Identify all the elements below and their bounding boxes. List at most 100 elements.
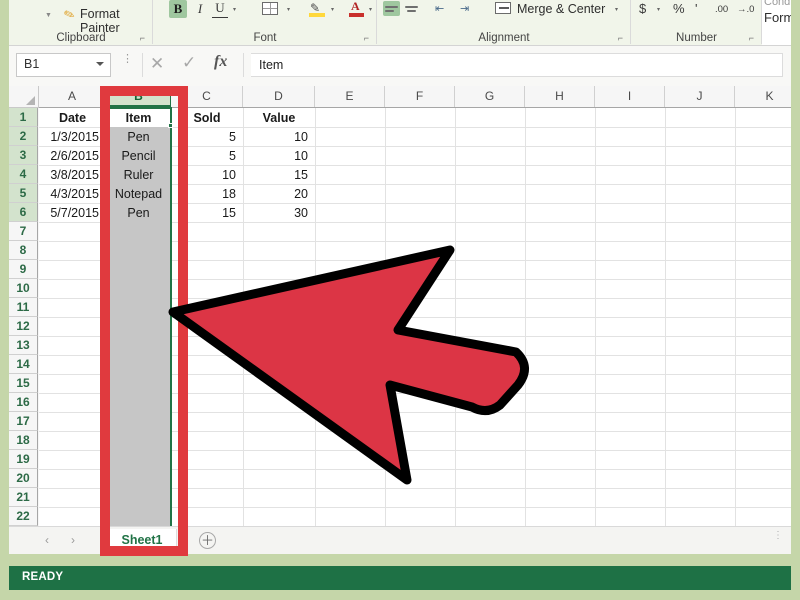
merge-center-icon[interactable] bbox=[495, 2, 511, 14]
next-sheet-icon[interactable]: › bbox=[71, 533, 75, 547]
column-header-e[interactable]: E bbox=[315, 86, 385, 107]
number-dialog-launcher[interactable]: ⌐ bbox=[749, 33, 754, 43]
cell-d3[interactable]: 10 bbox=[244, 147, 314, 165]
column-header-d[interactable]: D bbox=[243, 86, 315, 107]
increase-indent-icon[interactable]: ⇥ bbox=[460, 2, 469, 15]
cell-d5[interactable]: 20 bbox=[244, 185, 314, 203]
underline-button[interactable]: U bbox=[212, 0, 228, 18]
select-all-button[interactable] bbox=[9, 86, 39, 108]
row-header-7[interactable]: 7 bbox=[9, 222, 38, 241]
sheet-tab-sheet1[interactable]: Sheet1 bbox=[107, 529, 177, 554]
font-dialog-launcher[interactable]: ⌐ bbox=[364, 33, 369, 43]
fill-color-caret-icon[interactable]: ▾ bbox=[331, 6, 334, 13]
ribbon-group-styles: Conditional Formatting bbox=[762, 0, 791, 45]
conditional-formatting-button[interactable]: Formatting bbox=[764, 10, 791, 25]
cell-c4[interactable]: 10 bbox=[172, 166, 242, 184]
percent-format-button[interactable]: % bbox=[673, 1, 685, 16]
font-color-caret-icon[interactable]: ▾ bbox=[369, 6, 372, 13]
borders-icon[interactable] bbox=[262, 2, 278, 15]
row-header-22[interactable]: 22 bbox=[9, 507, 38, 526]
formula-input[interactable]: Item bbox=[251, 53, 783, 77]
divider bbox=[142, 53, 143, 77]
column-header-i[interactable]: I bbox=[595, 86, 665, 107]
insert-function-icon[interactable]: fx bbox=[214, 53, 227, 71]
row-header-17[interactable]: 17 bbox=[9, 412, 38, 431]
column-header-b[interactable]: B bbox=[106, 86, 171, 107]
row-header-11[interactable]: 11 bbox=[9, 298, 38, 317]
cell-d4[interactable]: 15 bbox=[244, 166, 314, 184]
row-header-9[interactable]: 9 bbox=[9, 260, 38, 279]
borders-caret-icon[interactable]: ▾ bbox=[287, 6, 290, 13]
clipboard-dropdown-caret[interactable]: ▼ bbox=[45, 12, 52, 19]
chevron-down-icon[interactable] bbox=[96, 62, 104, 66]
decrease-indent-icon[interactable]: ⇤ bbox=[435, 2, 444, 15]
merge-caret-icon[interactable]: ▾ bbox=[615, 6, 618, 13]
name-box[interactable]: B1 bbox=[16, 53, 111, 77]
currency-caret-icon[interactable]: ▾ bbox=[657, 6, 660, 13]
cell-c5[interactable]: 18 bbox=[172, 185, 242, 203]
row-header-10[interactable]: 10 bbox=[9, 279, 38, 298]
cell-d2[interactable]: 10 bbox=[244, 128, 314, 146]
currency-format-button[interactable]: $ bbox=[639, 1, 646, 16]
cell-a1[interactable]: Date bbox=[40, 109, 105, 127]
ribbon-group-font: B I U ▾ ▾ ✎ ▾ A ▾ Font ⌐ bbox=[153, 0, 377, 45]
row-header-8[interactable]: 8 bbox=[9, 241, 38, 260]
cell-a4[interactable]: 3/8/2015 bbox=[40, 166, 105, 184]
row-header-16[interactable]: 16 bbox=[9, 393, 38, 412]
cell-a3[interactable]: 2/6/2015 bbox=[40, 147, 105, 165]
increase-decimal-button[interactable]: .00 bbox=[715, 4, 728, 15]
merge-center-button[interactable]: Merge & Center bbox=[517, 2, 605, 16]
format-painter-button[interactable]: Format Painter bbox=[80, 7, 153, 35]
cell-c1[interactable]: Sold bbox=[172, 109, 242, 127]
ribbon-group-number: $ ▾ % ' .00 →.0 Number ⌐ bbox=[631, 0, 762, 45]
column-header-c[interactable]: C bbox=[171, 86, 243, 107]
row-header-2[interactable]: 2 bbox=[9, 127, 38, 146]
row-header-21[interactable]: 21 bbox=[9, 488, 38, 507]
font-color-icon[interactable]: A bbox=[349, 0, 364, 17]
column-header-g[interactable]: G bbox=[455, 86, 525, 107]
italic-button[interactable]: I bbox=[192, 0, 208, 18]
row-header-5[interactable]: 5 bbox=[9, 184, 38, 203]
column-header-h[interactable]: H bbox=[525, 86, 595, 107]
column-header-a[interactable]: A bbox=[39, 86, 106, 107]
column-header-j[interactable]: J bbox=[665, 86, 735, 107]
row-header-3[interactable]: 3 bbox=[9, 146, 38, 165]
cancel-formula-icon[interactable]: ✕ bbox=[150, 54, 164, 74]
fill-handle[interactable] bbox=[168, 123, 173, 128]
cell-a2[interactable]: 1/3/2015 bbox=[40, 128, 105, 146]
clipboard-dialog-launcher[interactable]: ⌐ bbox=[140, 33, 145, 43]
alignment-dialog-launcher[interactable]: ⌐ bbox=[618, 33, 623, 43]
fill-color-icon[interactable]: ✎ bbox=[309, 1, 325, 17]
row-header-14[interactable]: 14 bbox=[9, 355, 38, 374]
row-header-1[interactable]: 1 bbox=[9, 108, 38, 127]
bold-button[interactable]: B bbox=[169, 0, 187, 18]
cell-c6[interactable]: 15 bbox=[172, 204, 242, 222]
paintbrush-icon[interactable]: ✎ bbox=[62, 6, 78, 25]
column-header-f[interactable]: F bbox=[385, 86, 455, 107]
cell-d6[interactable]: 30 bbox=[244, 204, 314, 222]
cell-a6[interactable]: 5/7/2015 bbox=[40, 204, 105, 222]
row-header-20[interactable]: 20 bbox=[9, 469, 38, 488]
column-header-k[interactable]: K bbox=[735, 86, 791, 107]
cell-c2[interactable]: 5 bbox=[172, 128, 242, 146]
row-header-4[interactable]: 4 bbox=[9, 165, 38, 184]
add-sheet-button[interactable]: ＋ bbox=[199, 532, 216, 549]
cell-a5[interactable]: 4/3/2015 bbox=[40, 185, 105, 203]
vertical-dots-icon[interactable]: ⋮ bbox=[122, 54, 133, 73]
align-left-button[interactable] bbox=[383, 1, 400, 16]
comma-format-button[interactable]: ' bbox=[695, 1, 697, 16]
align-center-button[interactable] bbox=[403, 1, 420, 16]
decrease-decimal-button[interactable]: →.0 bbox=[737, 4, 754, 15]
row-header-6[interactable]: 6 bbox=[9, 203, 38, 222]
vertical-dots-icon[interactable]: ⋮ bbox=[773, 531, 783, 549]
prev-sheet-icon[interactable]: ‹ bbox=[45, 533, 49, 547]
underline-caret-icon[interactable]: ▾ bbox=[233, 6, 236, 13]
cell-d1[interactable]: Value bbox=[244, 109, 314, 127]
row-header-15[interactable]: 15 bbox=[9, 374, 38, 393]
row-header-18[interactable]: 18 bbox=[9, 431, 38, 450]
row-header-13[interactable]: 13 bbox=[9, 336, 38, 355]
row-header-19[interactable]: 19 bbox=[9, 450, 38, 469]
cell-c3[interactable]: 5 bbox=[172, 147, 242, 165]
enter-formula-icon[interactable]: ✓ bbox=[182, 53, 196, 73]
row-header-12[interactable]: 12 bbox=[9, 317, 38, 336]
